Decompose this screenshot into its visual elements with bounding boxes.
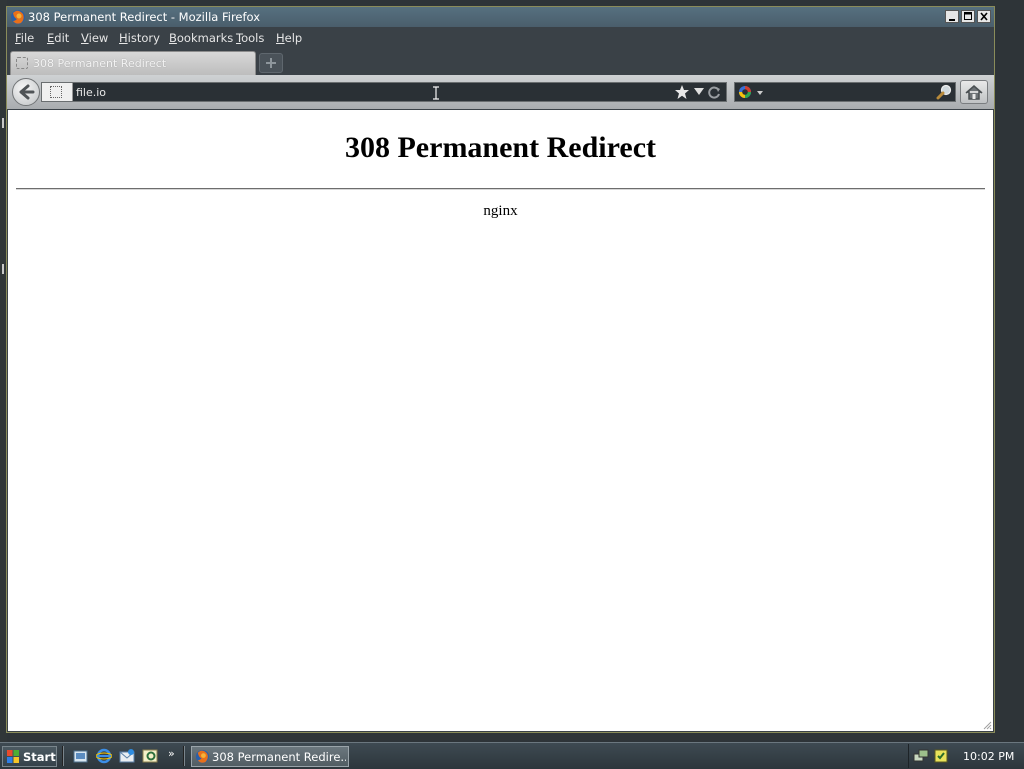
firefox-icon (195, 749, 210, 764)
text-cursor-icon (433, 86, 439, 100)
show-desktop-icon[interactable] (73, 748, 89, 764)
menu-edit-label: dit (54, 31, 70, 45)
page-heading: 308 Permanent Redirect (344, 131, 656, 164)
menu-tools-label: ools (241, 31, 265, 45)
menu-file-label: ile (20, 31, 35, 45)
taskbar-firefox-button[interactable]: 308 Permanent Redire... (191, 746, 349, 767)
outlook-express-icon[interactable] (119, 748, 135, 764)
menu-history-label: istory (127, 31, 160, 45)
tab-active[interactable]: 308 Permanent Redirect (10, 51, 256, 75)
menu-bookmarks[interactable]: Bookmarks (169, 31, 233, 45)
menu-history-accesskey: H (119, 31, 128, 45)
menu-tools[interactable]: Tools (236, 31, 264, 45)
search-bar[interactable] (734, 82, 956, 102)
url-history-dropdown-icon[interactable] (694, 88, 704, 95)
menu-file[interactable]: File (15, 31, 34, 45)
desktop-mark (2, 118, 4, 128)
window-controls (945, 10, 991, 23)
start-label: Start (23, 750, 56, 764)
url-bar[interactable]: file.io (41, 82, 727, 102)
search-go-icon[interactable] (936, 84, 952, 100)
menu-bookmarks-label: ookmarks (176, 31, 234, 45)
minimize-icon (949, 19, 955, 21)
firefox-window: 308 Permanent Redirect - Mozilla Firefox… (6, 6, 995, 733)
internet-explorer-icon[interactable] (96, 748, 112, 764)
home-button[interactable] (960, 80, 988, 104)
windows-flag-icon (7, 750, 19, 763)
taskbar-clock[interactable]: 10:02 PM (963, 750, 1014, 763)
maximize-button[interactable] (961, 10, 975, 23)
home-icon (965, 85, 983, 100)
menu-bookmarks-accesskey: B (169, 31, 177, 45)
close-icon (980, 12, 988, 21)
new-tab-button[interactable] (259, 53, 283, 73)
title-bar[interactable]: 308 Permanent Redirect - Mozilla Firefox (7, 7, 994, 27)
start-button[interactable]: Start (2, 746, 57, 767)
system-tray: 10:02 PM (908, 744, 1024, 768)
menu-bar: File Edit View History Bookmarks Tools H… (7, 27, 994, 49)
page-favicon-icon (16, 57, 28, 69)
plus-icon (266, 58, 276, 68)
menu-view-accesskey: V (81, 31, 89, 45)
back-button[interactable] (12, 78, 40, 106)
menu-view[interactable]: View (81, 31, 108, 45)
taskbar-separator (62, 746, 64, 766)
taskbar-separator (183, 746, 185, 766)
back-icon (19, 84, 35, 100)
taskbar-firefox-label: 308 Permanent Redire... (212, 750, 346, 764)
desktop-mark (2, 264, 4, 274)
firefox-icon (11, 10, 25, 24)
search-engine-dropdown-icon[interactable] (757, 91, 763, 95)
minimize-button[interactable] (945, 10, 959, 23)
quicklaunch-more-chevron[interactable]: » (168, 747, 175, 760)
menu-edit[interactable]: Edit (47, 31, 69, 45)
server-name: nginx (483, 203, 518, 219)
site-identity-icon (50, 86, 62, 98)
menu-history[interactable]: History (119, 31, 160, 45)
navigation-toolbar: file.io (7, 75, 994, 109)
taskbar: Start » 308 Permanent Redire... 10:02 PM (0, 742, 1024, 769)
maximize-icon (964, 12, 972, 20)
menu-help-label: elp (284, 31, 303, 45)
google-icon[interactable] (738, 85, 754, 99)
tab-bar: 308 Permanent Redirect (7, 49, 994, 75)
content-divider (16, 188, 985, 190)
window-title: 308 Permanent Redirect - Mozilla Firefox (28, 10, 261, 24)
menu-help[interactable]: Help (276, 31, 302, 45)
resize-grip-icon[interactable] (982, 720, 992, 730)
reload-icon[interactable] (706, 84, 722, 100)
url-input[interactable]: file.io (76, 86, 106, 99)
tab-label: 308 Permanent Redirect (33, 57, 167, 70)
menu-view-label: iew (88, 31, 109, 45)
close-button[interactable] (977, 10, 991, 23)
bookmark-star-icon[interactable] (674, 84, 690, 100)
media-icon[interactable] (142, 748, 158, 764)
security-icon[interactable] (933, 748, 949, 764)
menu-help-accesskey: H (276, 31, 285, 45)
site-identity-button[interactable] (42, 83, 73, 101)
page-content: 308 Permanent Redirect nginx (8, 110, 993, 731)
network-icon[interactable] (913, 748, 929, 764)
